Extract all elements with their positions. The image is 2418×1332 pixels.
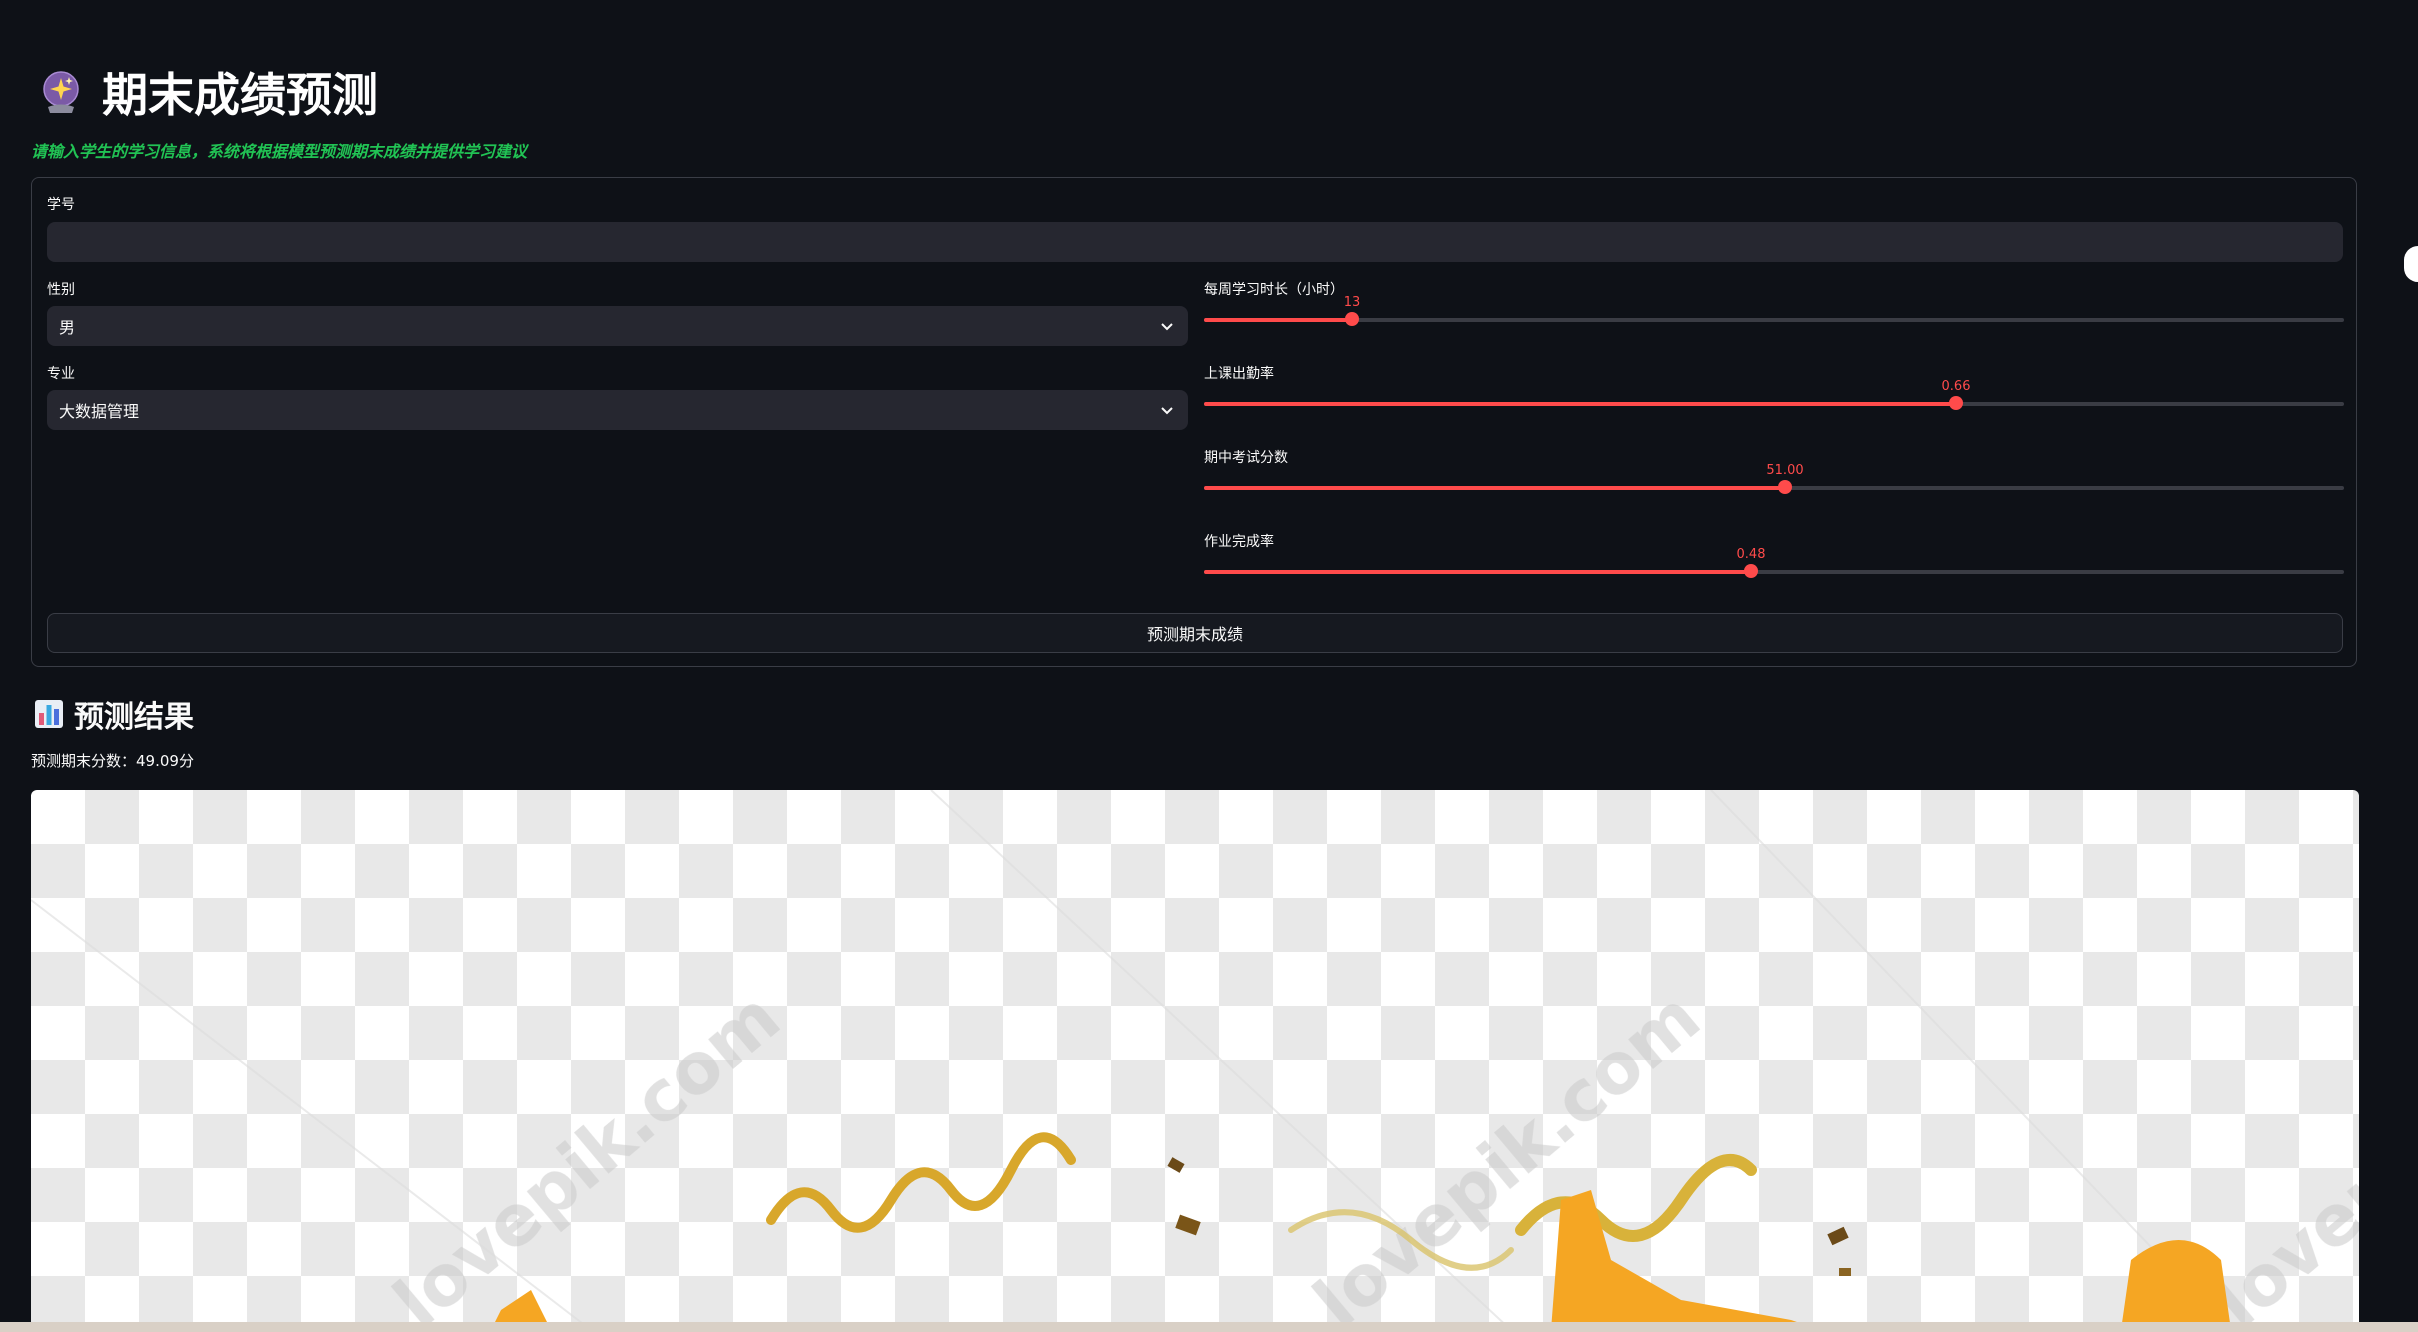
result-title: 预测结果 — [74, 700, 194, 735]
homework-rate-slider[interactable]: 作业完成率 0.48 — [1204, 531, 2344, 591]
slider-track[interactable] — [1204, 564, 2344, 578]
slider-thumb[interactable] — [1778, 480, 1792, 494]
predicted-score-text: 预测期末分数：49.09分 — [31, 752, 194, 770]
watermark-lines — [31, 790, 2232, 1330]
result-header: 预测结果 — [34, 694, 194, 735]
homework-rate-value: 0.48 — [1736, 547, 1766, 562]
watermark-text: lovepik.com — [1299, 976, 1716, 1330]
major-label: 专业 — [47, 366, 75, 382]
slider-fill — [1204, 318, 1352, 322]
slider-fill — [1204, 402, 1956, 406]
student-id-input[interactable] — [47, 222, 2343, 262]
watermark: lovepik.com lovepik.com lovepik.com — [379, 976, 2359, 1330]
chevron-down-icon — [1161, 323, 1173, 331]
study-hours-value: 13 — [1343, 295, 1361, 310]
slider-thumb[interactable] — [1345, 312, 1359, 326]
attendance-label: 上课出勤率 — [1204, 366, 1274, 382]
confetti-piece — [1839, 1268, 1851, 1276]
midterm-score-value: 51.00 — [1766, 463, 1804, 478]
bar-chart-icon — [35, 700, 63, 728]
gender-select[interactable]: 男 — [47, 306, 1188, 346]
confetti-illustration: lovepik.com lovepik.com lovepik.com — [31, 790, 2359, 1330]
gender-label: 性别 — [47, 282, 75, 298]
chevron-down-icon — [1161, 407, 1173, 415]
watermark-text: lovepik.com — [379, 976, 796, 1330]
confetti-piece — [1175, 1214, 1201, 1236]
crystal-ball-icon — [43, 71, 79, 113]
slider-track[interactable] — [1204, 312, 2344, 326]
study-hours-slider[interactable]: 每周学习时长（小时） 13 — [1204, 279, 2344, 339]
attendance-slider[interactable]: 上课出勤率 0.66 — [1204, 363, 2344, 423]
party-popper-shape — [1551, 1190, 1821, 1330]
gender-select-value: 男 — [59, 318, 76, 337]
midterm-score-slider[interactable]: 期中考试分数 51.00 — [1204, 447, 2344, 507]
slider-track[interactable] — [1204, 396, 2344, 410]
confetti-piece — [1167, 1157, 1185, 1173]
slider-track[interactable] — [1204, 480, 2344, 494]
student-id-label: 学号 — [47, 197, 75, 213]
study-hours-label: 每周学习时长（小时） — [1204, 282, 1344, 298]
confetti-piece — [1827, 1226, 1849, 1246]
page-header: 期末成绩预测 — [38, 62, 378, 122]
slider-thumb[interactable] — [1949, 396, 1963, 410]
page-title: 期末成绩预测 — [102, 68, 378, 122]
slider-fill — [1204, 486, 1785, 490]
celebration-image: lovepik.com lovepik.com lovepik.com — [31, 790, 2359, 1330]
midterm-score-label: 期中考试分数 — [1204, 450, 1288, 466]
page-subtitle: 请输入学生的学习信息，系统将根据模型预测期末成绩并提供学习建议 — [31, 142, 528, 161]
streamer-ribbon — [766, 1132, 1076, 1233]
major-select[interactable]: 大数据管理 — [47, 390, 1188, 430]
attendance-value: 0.66 — [1941, 379, 1971, 394]
prediction-form: 学号 性别 男 专业 大数据管理 每周学习时长（小时） 13 上课出勤率 0.6… — [31, 177, 2357, 667]
sidebar-toggle-button[interactable] — [2404, 246, 2418, 282]
homework-rate-label: 作业完成率 — [1204, 534, 1274, 550]
predict-button[interactable]: 预测期末成绩 — [47, 613, 2343, 653]
major-select-value: 大数据管理 — [59, 402, 140, 421]
bottom-bar — [0, 1322, 2418, 1332]
slider-fill — [1204, 570, 1751, 574]
party-popper-shape — [2121, 1240, 2231, 1330]
slider-thumb[interactable] — [1744, 564, 1758, 578]
